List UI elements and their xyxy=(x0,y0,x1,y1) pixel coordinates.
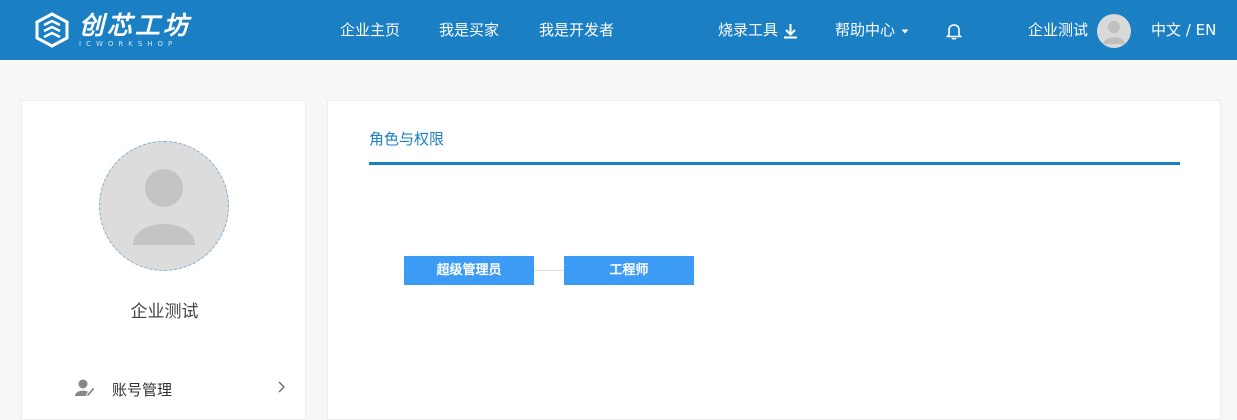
nav-developer[interactable]: 我是开发者 xyxy=(539,0,614,60)
nav-buyer[interactable]: 我是买家 xyxy=(439,0,499,60)
logo-name-en: ICWORKSHOP xyxy=(79,40,178,48)
user-silhouette-icon xyxy=(133,169,195,245)
user-avatar[interactable] xyxy=(1097,14,1131,48)
logo-name-cn: 创芯工坊 xyxy=(79,11,192,40)
language-switch[interactable]: 中文 / EN xyxy=(1151,0,1216,60)
bell-icon xyxy=(945,23,963,40)
help-center-label: 帮助中心 xyxy=(835,21,896,39)
sidebar-item-label: 账号管理 xyxy=(112,381,173,399)
tab-underline xyxy=(369,162,1180,165)
profile-avatar[interactable] xyxy=(99,141,229,271)
nav-help-center[interactable]: 帮助中心 xyxy=(835,0,910,60)
profile-username: 企业测试 xyxy=(130,302,199,322)
user-menu[interactable]: 企业测试 xyxy=(1028,0,1088,60)
nav-burn-tool[interactable]: 烧录工具 xyxy=(718,0,798,60)
top-navbar: 创芯工坊 ICWORKSHOP 企业主页 我是买家 我是开发者 烧录工具 帮助中… xyxy=(0,0,1237,60)
role-super-admin[interactable]: 超级管理员 xyxy=(404,256,534,285)
roles-permissions-panel: 角色与权限 超级管理员 工程师 xyxy=(327,100,1221,420)
role-engineer[interactable]: 工程师 xyxy=(564,256,694,285)
logo-text: 创芯工坊 ICWORKSHOP xyxy=(79,11,219,49)
user-silhouette-icon xyxy=(1103,21,1125,44)
caret-down-icon xyxy=(901,29,909,33)
nav-home[interactable]: 企业主页 xyxy=(340,0,400,60)
chevron-right-icon xyxy=(277,379,285,397)
logo[interactable]: 创芯工坊 ICWORKSHOP xyxy=(34,10,188,50)
sidebar-item-account-management[interactable]: 账号管理 xyxy=(22,369,307,409)
profile-card: 企业测试 账号管理 xyxy=(21,100,306,420)
user-edit-icon xyxy=(75,379,96,398)
role-connector xyxy=(534,270,564,271)
download-icon xyxy=(783,23,797,38)
tab-roles-permissions[interactable]: 角色与权限 xyxy=(369,128,444,149)
logo-cube-icon xyxy=(35,12,69,48)
burn-tool-label: 烧录工具 xyxy=(718,21,779,39)
notification-button[interactable] xyxy=(945,0,963,60)
